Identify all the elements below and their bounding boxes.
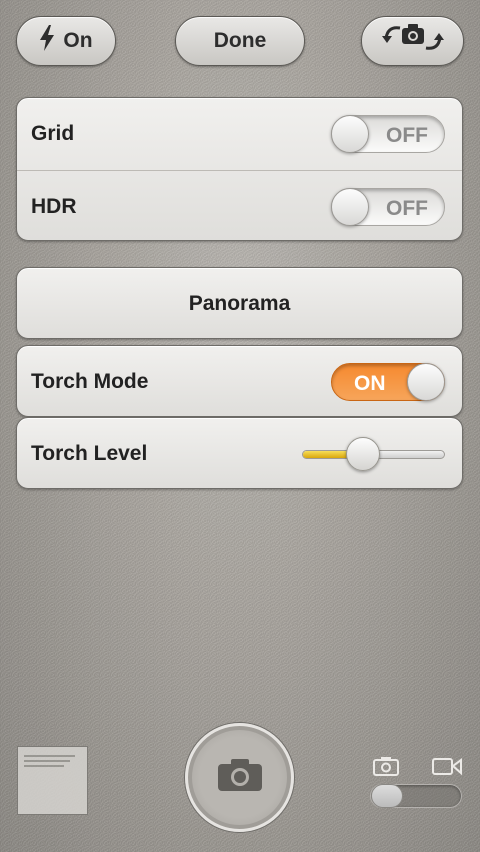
hdr-row: HDR OFF <box>17 170 462 240</box>
panorama-button[interactable]: Panorama <box>16 267 463 339</box>
hdr-label: HDR <box>31 194 77 218</box>
grid-toggle-state: OFF <box>386 124 428 147</box>
hdr-toggle[interactable]: OFF <box>331 188 445 226</box>
camera-icon <box>373 756 399 781</box>
slider-thumb[interactable] <box>345 437 380 471</box>
photo-video-toggle[interactable] <box>370 784 462 808</box>
grid-toggle[interactable]: OFF <box>331 115 445 153</box>
toggle-knob <box>371 784 403 808</box>
toggle-knob <box>331 188 369 226</box>
settings-group: Grid OFF HDR OFF <box>16 97 463 241</box>
video-camera-icon <box>432 756 462 781</box>
switch-camera-button[interactable] <box>361 16 464 66</box>
torch-mode-row: Torch Mode ON <box>17 346 462 416</box>
flash-label: On <box>63 29 93 52</box>
bolt-icon <box>39 25 55 57</box>
camera-flip-icon <box>381 22 444 60</box>
torch-level-slider[interactable] <box>302 437 445 471</box>
hdr-toggle-state: OFF <box>386 197 428 220</box>
grid-label: Grid <box>31 122 75 145</box>
shutter-button[interactable] <box>185 723 294 832</box>
torch-mode-label: Torch Mode <box>31 370 149 393</box>
camera-icon <box>217 758 263 797</box>
flash-button[interactable]: On <box>16 16 116 66</box>
panorama-row: Panorama <box>17 268 462 338</box>
torch-mode-toggle[interactable]: ON <box>331 363 445 401</box>
torch-level-row: Torch Level <box>17 418 462 488</box>
torch-level-label: Torch Level <box>31 442 148 465</box>
done-button[interactable]: Done <box>175 16 305 66</box>
grid-row: Grid OFF <box>17 98 462 170</box>
last-photo-thumbnail[interactable] <box>17 746 88 815</box>
toggle-knob <box>331 115 369 153</box>
panorama-label: Panorama <box>188 292 291 315</box>
torch-mode-state: ON <box>354 372 386 395</box>
thumbnail-content <box>24 755 81 770</box>
torch-mode-group: Torch Mode ON <box>16 345 463 417</box>
torch-level-group: Torch Level <box>16 417 463 489</box>
toggle-knob <box>407 363 445 401</box>
